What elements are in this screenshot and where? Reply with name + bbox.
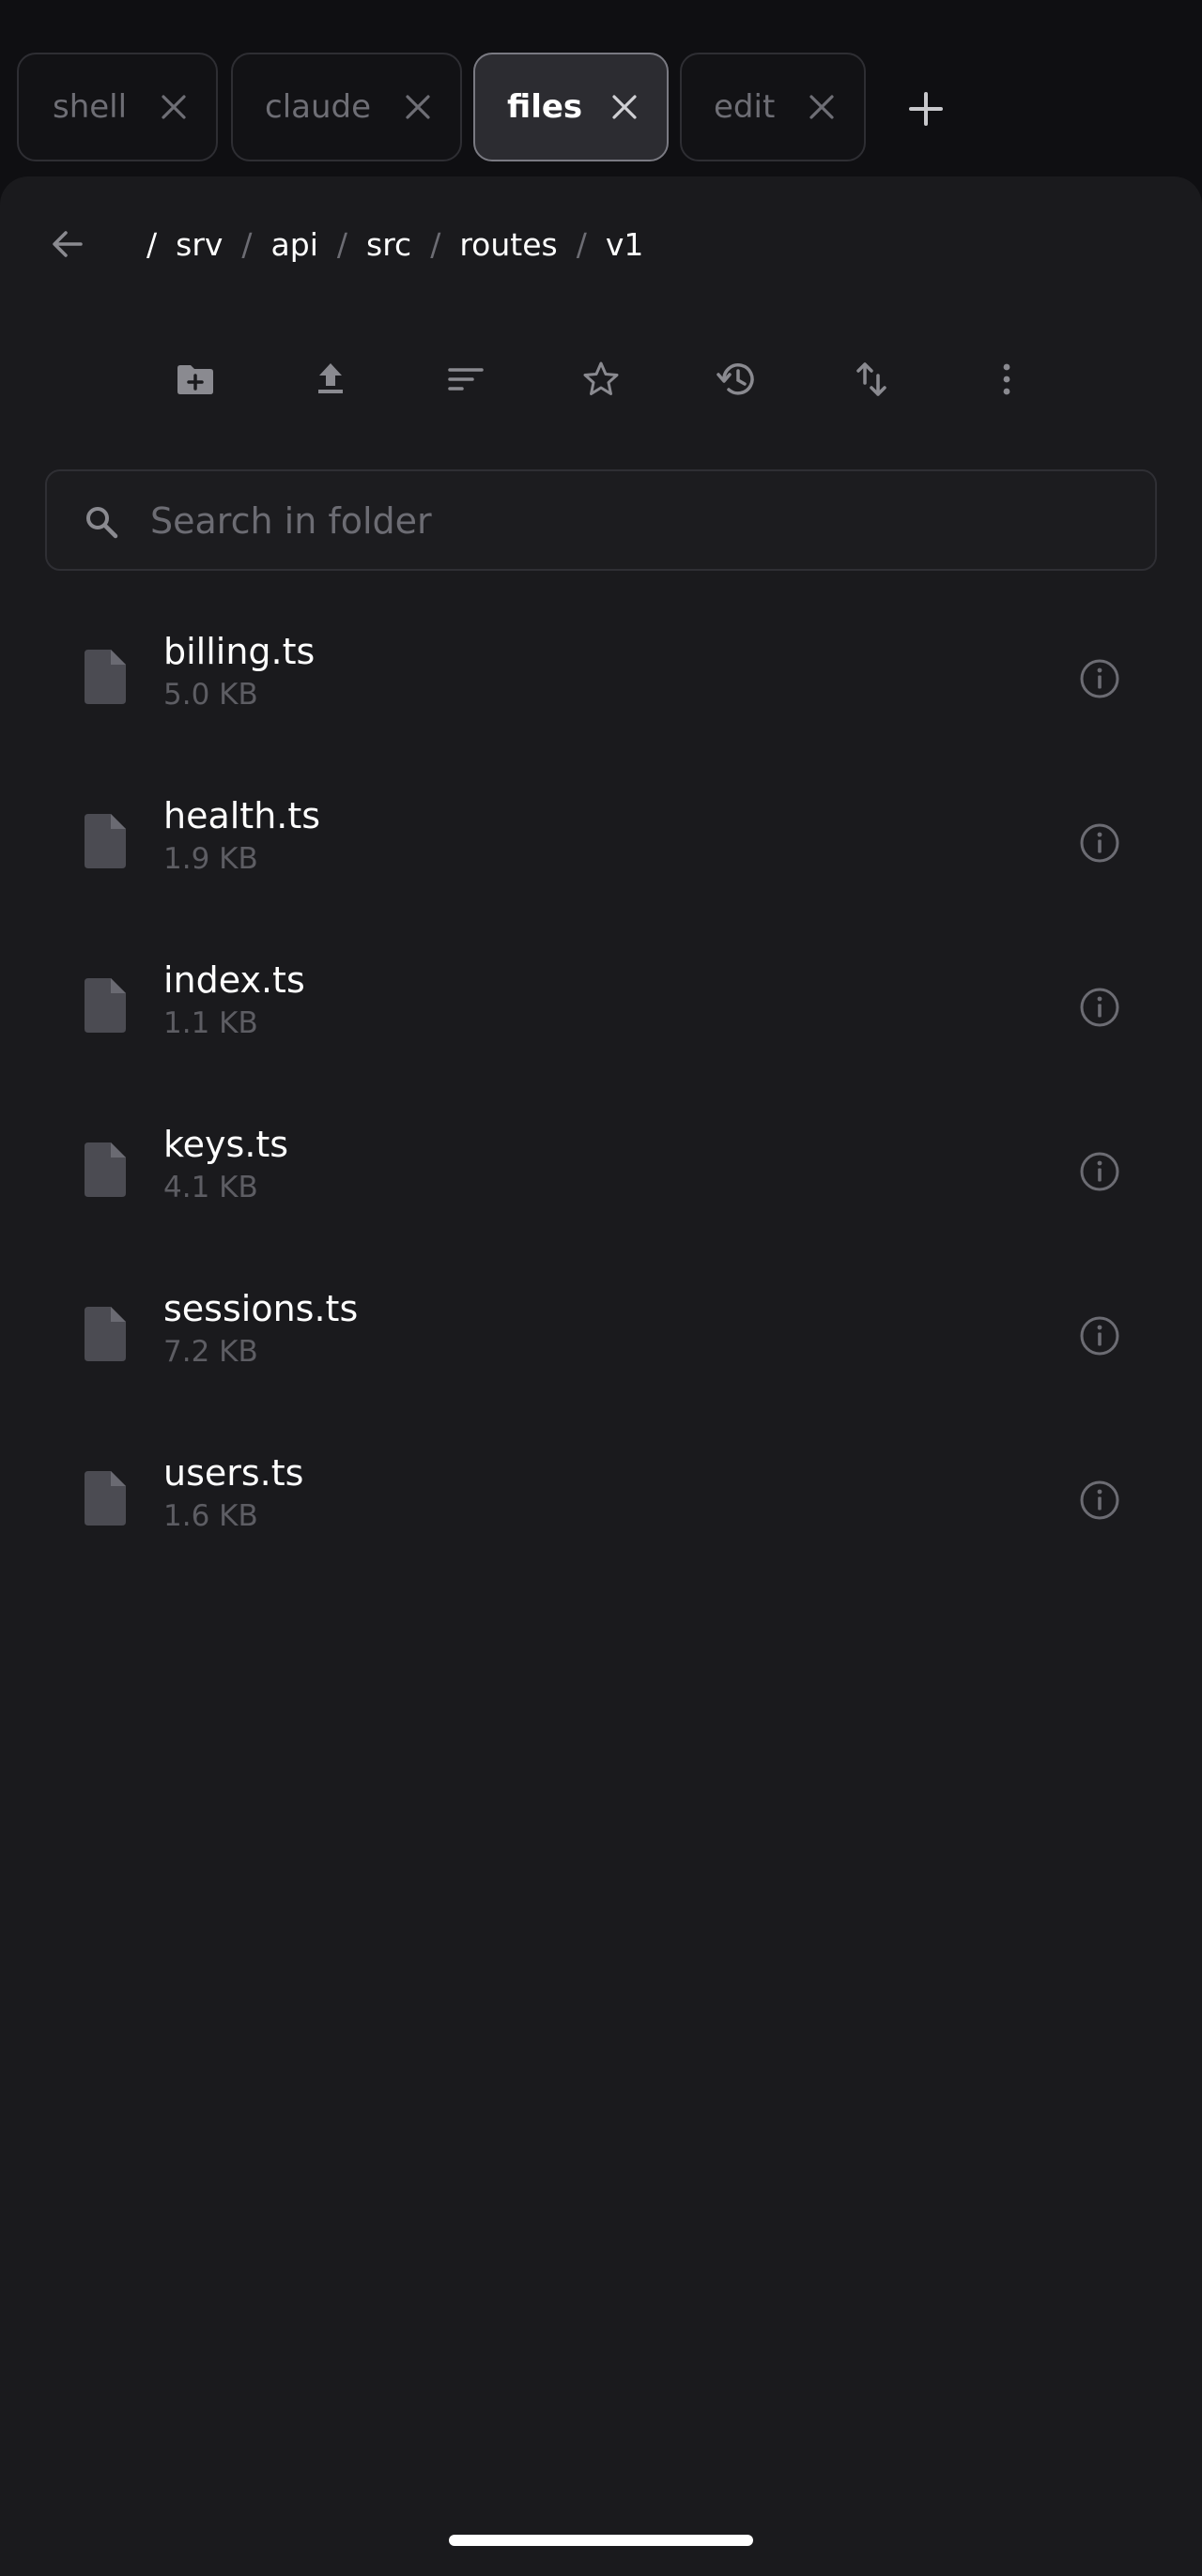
breadcrumb-separator: / <box>241 225 253 263</box>
file-icon <box>85 1471 126 1526</box>
info-icon[interactable] <box>1078 986 1121 1029</box>
add-tab-button[interactable] <box>907 90 945 128</box>
more-vert-icon <box>1003 363 1010 395</box>
breadcrumb-item-v1[interactable]: v1 <box>606 226 644 263</box>
upload-icon <box>318 363 343 393</box>
file-row-billing[interactable]: billing.ts 5.0 KB <box>0 605 1202 769</box>
swap-vert-icon <box>856 362 886 396</box>
breadcrumb: / srv / api / src / routes / v1 <box>146 222 643 267</box>
info-icon[interactable] <box>1078 1479 1121 1522</box>
close-icon[interactable] <box>160 93 188 121</box>
sort-button[interactable] <box>445 359 486 400</box>
new-folder-button[interactable] <box>175 359 216 400</box>
tab-files[interactable]: files <box>473 53 669 161</box>
breadcrumb-separator: / <box>430 225 441 263</box>
tab-label: shell <box>53 88 128 126</box>
more-options-button[interactable] <box>986 359 1027 400</box>
file-icon <box>85 650 126 704</box>
upload-button[interactable] <box>310 359 351 400</box>
history-button[interactable] <box>716 359 757 400</box>
tab-label: edit <box>714 88 776 126</box>
file-size: 5.0 KB <box>163 678 258 712</box>
close-icon[interactable] <box>610 93 639 121</box>
breadcrumb-item-api[interactable]: api <box>271 226 318 263</box>
file-icon <box>85 814 126 868</box>
back-button[interactable] <box>49 225 86 263</box>
swap-order-button[interactable] <box>851 359 892 400</box>
file-name: billing.ts <box>163 631 316 672</box>
file-name: index.ts <box>163 959 305 1001</box>
file-size: 1.9 KB <box>163 842 258 876</box>
breadcrumb-item-srv[interactable]: srv <box>176 226 223 263</box>
file-icon <box>85 1142 126 1197</box>
history-icon <box>717 363 754 395</box>
file-icon <box>85 1307 126 1361</box>
info-icon[interactable] <box>1078 821 1121 865</box>
file-size: 4.1 KB <box>163 1171 258 1204</box>
file-name: users.ts <box>163 1452 304 1494</box>
tab-edit[interactable]: edit <box>680 53 866 161</box>
file-size: 1.1 KB <box>163 1006 258 1040</box>
new-folder-icon <box>177 365 213 394</box>
info-icon[interactable] <box>1078 1150 1121 1193</box>
bookmark-button[interactable] <box>580 359 622 400</box>
file-row-index[interactable]: index.ts 1.1 KB <box>0 933 1202 1097</box>
file-row-health[interactable]: health.ts 1.9 KB <box>0 769 1202 933</box>
arrow-back-icon <box>53 231 83 257</box>
file-row-users[interactable]: users.ts 1.6 KB <box>0 1426 1202 1590</box>
tab-shell[interactable]: shell <box>17 53 218 161</box>
tab-bar: shell claude files edit <box>0 0 1202 175</box>
search-input[interactable] <box>148 471 1129 571</box>
breadcrumb-item-routes[interactable]: routes <box>459 226 557 263</box>
tab-label: files <box>507 88 583 126</box>
home-indicator[interactable] <box>449 2535 753 2546</box>
file-name: sessions.ts <box>163 1288 359 1329</box>
breadcrumb-separator: / <box>336 225 348 263</box>
sort-icon <box>448 368 484 391</box>
close-icon[interactable] <box>404 93 432 121</box>
breadcrumb-item-src[interactable]: src <box>366 226 411 263</box>
tab-claude[interactable]: claude <box>231 53 462 161</box>
info-icon[interactable] <box>1078 657 1121 700</box>
star-icon <box>583 361 619 395</box>
file-icon <box>85 978 126 1033</box>
file-size: 7.2 KB <box>163 1335 258 1369</box>
close-icon[interactable] <box>808 93 836 121</box>
file-row-keys[interactable]: keys.ts 4.1 KB <box>0 1097 1202 1262</box>
tab-label: claude <box>265 88 372 126</box>
breadcrumb-root[interactable]: / <box>146 226 157 263</box>
plus-icon <box>909 92 943 126</box>
info-icon[interactable] <box>1078 1314 1121 1357</box>
search-icon <box>83 503 120 541</box>
breadcrumb-separator: / <box>576 225 587 263</box>
search-box <box>45 469 1157 571</box>
file-size: 1.6 KB <box>163 1499 258 1533</box>
file-row-sessions[interactable]: sessions.ts 7.2 KB <box>0 1262 1202 1426</box>
file-name: health.ts <box>163 795 321 836</box>
file-name: keys.ts <box>163 1124 289 1165</box>
